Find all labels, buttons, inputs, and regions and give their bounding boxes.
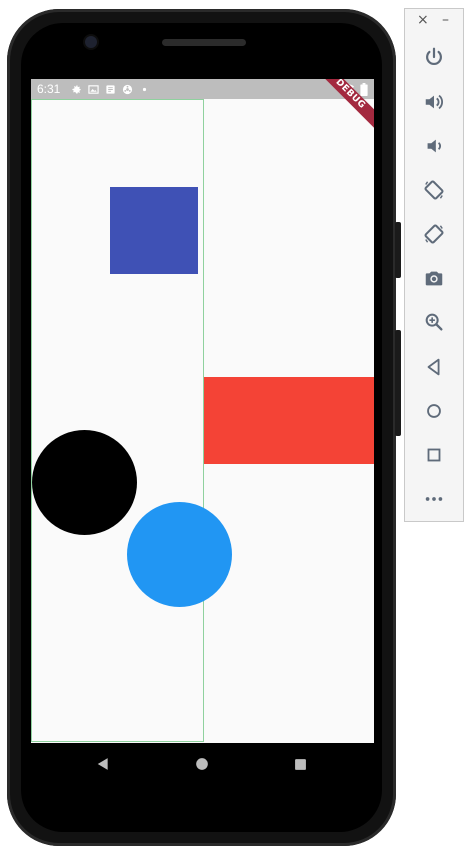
emulator-toolbar: × – (404, 8, 464, 522)
home-icon (427, 404, 441, 418)
zoom-icon (425, 313, 443, 331)
volume-down-button[interactable] (419, 131, 449, 161)
nav-home-button[interactable] (193, 755, 211, 773)
overview-icon (427, 448, 441, 462)
nav-recents-button[interactable] (291, 755, 309, 773)
nav-back-button[interactable] (94, 755, 112, 773)
home-button[interactable] (419, 396, 449, 426)
volume-side-button (395, 330, 401, 436)
more-button[interactable] (419, 484, 449, 514)
more-icon (425, 497, 443, 501)
overview-button[interactable] (419, 440, 449, 470)
blue-square[interactable] (110, 187, 198, 274)
power-button[interactable] (419, 42, 449, 72)
camera-icon (425, 271, 443, 286)
rotate-right-button[interactable] (419, 219, 449, 249)
status-time: 6:31 (37, 82, 61, 96)
status-notification-icons (71, 79, 150, 99)
battery-icon (360, 82, 368, 96)
screenshot-button[interactable] (419, 263, 449, 293)
back-icon (427, 358, 440, 376)
rotate-left-button[interactable] (419, 175, 449, 205)
settings-icon (72, 84, 81, 94)
text-icon (106, 84, 115, 94)
recents-icon (294, 758, 306, 770)
navigation-bar (31, 743, 374, 785)
red-rectangle[interactable] (204, 377, 374, 464)
back-icon (97, 758, 108, 770)
rotate-left-icon (424, 180, 444, 200)
minimize-button[interactable]: – (442, 12, 449, 28)
dot-icon (142, 87, 147, 91)
device-screen: 6:31 DEBUG (31, 79, 374, 743)
usb-icon (122, 84, 133, 94)
app-content (31, 99, 374, 743)
back-button[interactable] (419, 352, 449, 382)
home-icon (196, 758, 208, 770)
volume-up-button[interactable] (419, 87, 449, 117)
close-button[interactable]: × (417, 12, 429, 28)
power-icon (426, 47, 442, 66)
power-side-button (395, 222, 401, 278)
earpiece-speaker (162, 39, 246, 46)
image-icon (88, 84, 99, 94)
toolbar-window-controls: × – (405, 9, 463, 35)
front-camera (85, 36, 97, 48)
zoom-button[interactable] (419, 307, 449, 337)
volume-down-icon (427, 139, 441, 153)
rotate-right-icon (424, 224, 444, 244)
blue-circle[interactable] (127, 502, 232, 607)
status-bar: 6:31 DEBUG (31, 79, 374, 135)
volume-up-icon (425, 94, 443, 110)
black-circle[interactable] (32, 430, 137, 535)
